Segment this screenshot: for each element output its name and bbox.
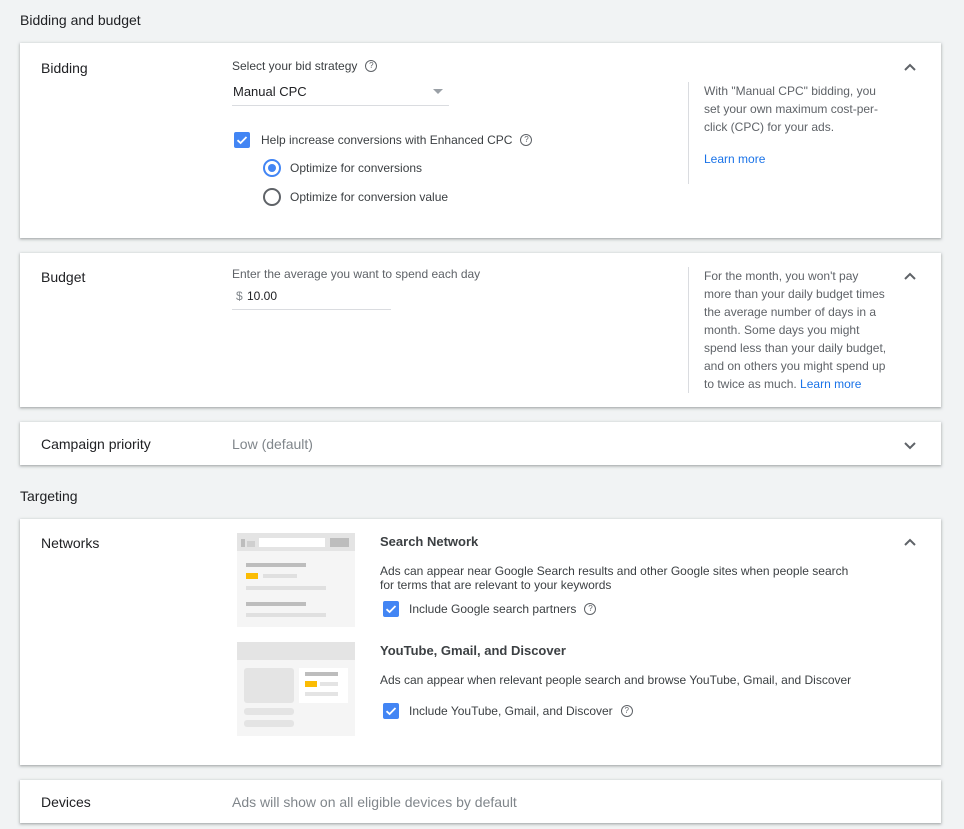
display-network-label: Include YouTube, Gmail, and Discover [409,704,613,718]
budget-input[interactable]: $ 10.00 [232,286,391,310]
bidding-info: With "Manual CPC" bidding, you set your … [688,82,888,184]
devices-card[interactable]: Devices Ads will show on all eligible de… [20,780,941,823]
chevron-down-icon[interactable] [903,438,917,452]
budget-value: 10.00 [247,289,278,303]
budget-card: Budget Enter the average you want to spe… [20,253,941,407]
campaign-priority-card[interactable]: Campaign priority Low (default) [20,422,941,465]
devices-value: Ads will show on all eligible devices by… [232,794,517,810]
dropdown-arrow-icon [433,89,443,94]
campaign-priority-label: Campaign priority [41,436,151,452]
radio-label: Optimize for conversions [290,161,423,175]
help-icon[interactable]: ? [584,603,597,615]
bidding-info-text: With "Manual CPC" bidding, you set your … [704,84,879,134]
enhanced-cpc-row: Help increase conversions with Enhanced … [234,132,533,148]
budget-info: For the month, you won't pay more than y… [688,267,888,393]
display-network-title: YouTube, Gmail, and Discover [380,643,566,658]
search-partners-row: Include Google search partners ? [383,601,597,617]
section-title-targeting: Targeting [20,488,78,504]
radio-button-selected[interactable] [263,159,281,177]
search-partners-label: Include Google search partners [409,602,577,616]
enhanced-cpc-checkbox[interactable] [234,132,250,148]
radio-label: Optimize for conversion value [290,190,449,204]
chevron-up-icon[interactable] [903,536,917,550]
currency-symbol: $ [236,289,243,303]
bid-strategy-label: Select your bid strategy [232,59,358,73]
display-network-illustration [237,642,355,736]
campaign-priority-value: Low (default) [232,436,313,452]
radio-option-conversions[interactable]: Optimize for conversions [263,159,422,177]
display-network-row: Include YouTube, Gmail, and Discover ? [383,703,633,719]
search-network-title: Search Network [380,534,479,549]
bid-strategy-label-row: Select your bid strategy ? [232,59,378,73]
bid-strategy-value: Manual CPC [233,84,307,99]
bidding-card: Bidding Select your bid strategy ? Manua… [20,43,941,238]
bidding-label: Bidding [41,60,88,76]
radio-button[interactable] [263,188,281,206]
search-partners-checkbox[interactable] [383,601,399,617]
display-network-desc: Ads can appear when relevant people sear… [380,673,852,687]
search-network-desc: Ads can appear near Google Search result… [380,564,849,592]
chevron-up-icon[interactable] [903,270,917,284]
devices-label: Devices [41,794,91,810]
search-network-illustration [237,533,355,627]
bidding-learn-more-link[interactable]: Learn more [704,150,888,168]
bid-strategy-dropdown[interactable]: Manual CPC [232,81,449,106]
help-icon[interactable]: ? [520,134,533,146]
budget-label: Budget [41,269,86,285]
radio-option-conversion-value[interactable]: Optimize for conversion value [263,188,448,206]
budget-learn-more-link[interactable]: Learn more [800,377,861,391]
help-icon[interactable]: ? [365,60,378,72]
section-title-bidding-budget: Bidding and budget [20,12,141,28]
display-network-checkbox[interactable] [383,703,399,719]
enhanced-cpc-label: Help increase conversions with Enhanced … [261,133,513,147]
help-icon[interactable]: ? [620,705,633,717]
networks-label: Networks [41,535,100,551]
networks-card: Networks Search Network Ads can appear n… [20,519,941,765]
chevron-up-icon[interactable] [903,61,917,75]
budget-info-text: For the month, you won't pay more than y… [704,269,887,391]
budget-prompt: Enter the average you want to spend each… [232,267,481,281]
